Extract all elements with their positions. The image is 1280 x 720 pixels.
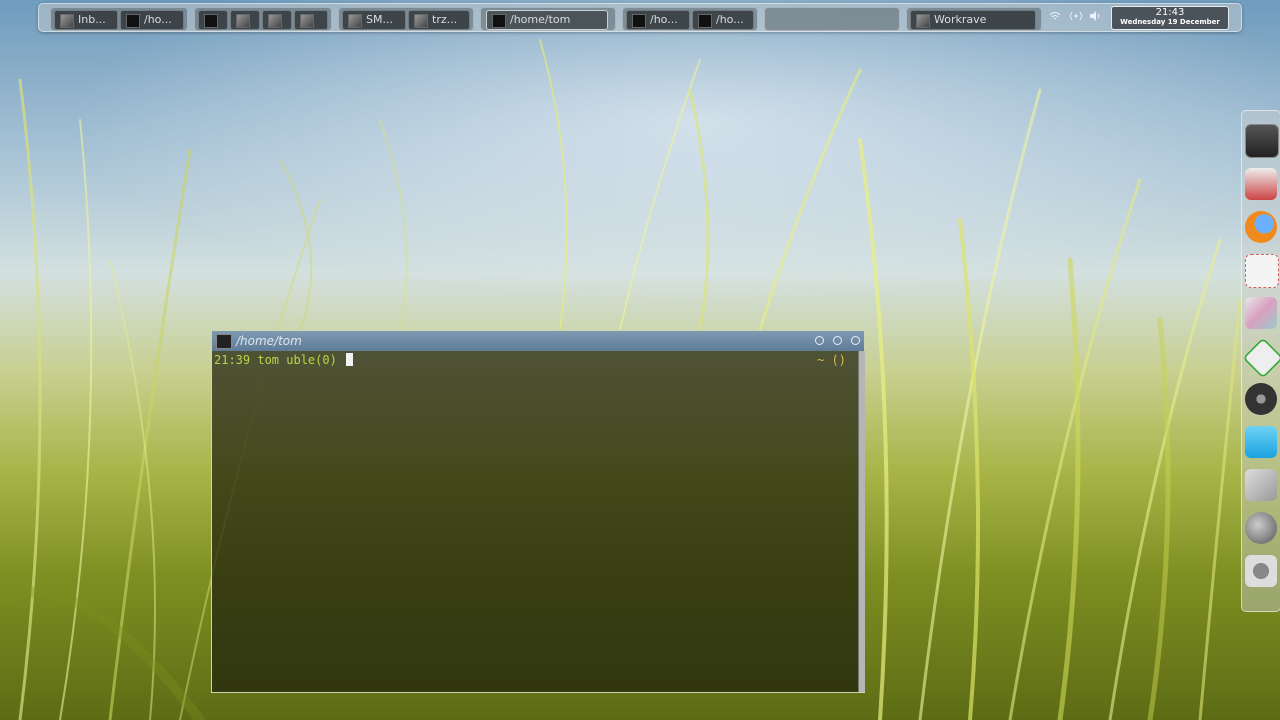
smplayer-icon <box>348 14 362 28</box>
task-group: /ho... /ho... <box>622 7 758 31</box>
window-title: /home/tom <box>236 334 302 348</box>
taskbar: Inb... /ho... SM... trz... /home/tom /ho… <box>38 3 1242 32</box>
minimize-button[interactable] <box>815 336 824 345</box>
sheep-icon <box>916 14 930 28</box>
terminal-icon <box>492 14 506 28</box>
clock-date: Wednesday 19 December <box>1120 18 1220 26</box>
task-label: SM... <box>366 13 393 26</box>
task-button-terminal[interactable]: /ho... <box>120 10 184 30</box>
task-button-wilber[interactable] <box>262 10 292 30</box>
image-viewer-icon[interactable] <box>1245 297 1277 329</box>
window-titlebar[interactable]: /home/tom <box>212 331 864 351</box>
task-group: Inb... /ho... <box>50 7 188 31</box>
vim-icon[interactable] <box>1242 337 1280 379</box>
terminal-icon <box>632 14 646 28</box>
task-group: Workrave <box>906 7 1042 31</box>
camera-icon[interactable] <box>1245 555 1277 587</box>
terminal-icon <box>126 14 140 28</box>
close-button[interactable] <box>851 336 860 345</box>
wifi-icon[interactable] <box>1049 10 1061 22</box>
task-label: /home/tom <box>510 13 571 26</box>
volume-icon[interactable] <box>1089 10 1101 22</box>
app-dock <box>1241 110 1280 612</box>
task-label: trz... <box>432 13 458 26</box>
task-group-empty <box>764 7 900 31</box>
web-browser-icon[interactable] <box>1245 512 1277 544</box>
drawing-icon[interactable] <box>1245 469 1277 501</box>
terminal-window[interactable]: /home/tom 21:39 tom uble(0) ~ () <box>211 330 865 693</box>
task-group: SM... trz... <box>338 7 474 31</box>
gimp-icon <box>236 14 250 28</box>
maximize-button[interactable] <box>833 336 842 345</box>
task-group: /home/tom <box>480 7 616 31</box>
media-player-icon[interactable] <box>1245 383 1277 415</box>
task-button-mail[interactable]: Inb... <box>54 10 118 30</box>
terminal-icon <box>698 14 712 28</box>
text-editor-icon[interactable] <box>1245 254 1279 288</box>
transcoder-icon <box>414 14 428 28</box>
wilber-icon <box>300 14 314 28</box>
clock-time: 21:43 <box>1155 7 1185 18</box>
task-label: Inb... <box>78 13 106 26</box>
prompt-text: 21:39 tom uble(0) <box>214 353 337 367</box>
terminal-icon <box>204 14 218 28</box>
task-label: /ho... <box>144 13 172 26</box>
task-button-smplayer[interactable]: SM... <box>342 10 406 30</box>
task-group <box>194 7 332 31</box>
clock[interactable]: 21:43 Wednesday 19 December <box>1111 6 1229 30</box>
right-prompt: ~ () <box>817 353 846 367</box>
terminal-icon <box>216 334 232 349</box>
task-button-workrave[interactable]: Workrave <box>910 10 1036 30</box>
skype-icon[interactable] <box>1245 426 1277 458</box>
task-button-transcoder[interactable]: trz... <box>408 10 470 30</box>
task-label: /ho... <box>650 13 678 26</box>
text-cursor <box>346 353 354 366</box>
network-manager-icon[interactable] <box>1245 168 1277 200</box>
task-button-terminal-active[interactable]: /home/tom <box>486 10 608 30</box>
task-button-terminal[interactable]: /ho... <box>626 10 690 30</box>
wilber-icon <box>268 14 282 28</box>
prompt-line: 21:39 tom uble(0) <box>214 353 354 367</box>
mail-icon <box>60 14 74 28</box>
task-button-gimp[interactable] <box>230 10 260 30</box>
task-button-terminal[interactable]: /ho... <box>692 10 754 30</box>
task-button-terminal[interactable] <box>198 10 228 30</box>
scrollbar[interactable] <box>858 351 865 692</box>
task-button-wilber[interactable] <box>294 10 328 30</box>
task-label: /ho... <box>716 13 744 26</box>
firefox-icon[interactable] <box>1245 211 1277 243</box>
terminal-body[interactable]: 21:39 tom uble(0) ~ () <box>212 351 858 692</box>
network-icon[interactable] <box>1069 10 1083 22</box>
task-label: Workrave <box>934 13 987 26</box>
terminal-icon[interactable] <box>1245 124 1279 158</box>
